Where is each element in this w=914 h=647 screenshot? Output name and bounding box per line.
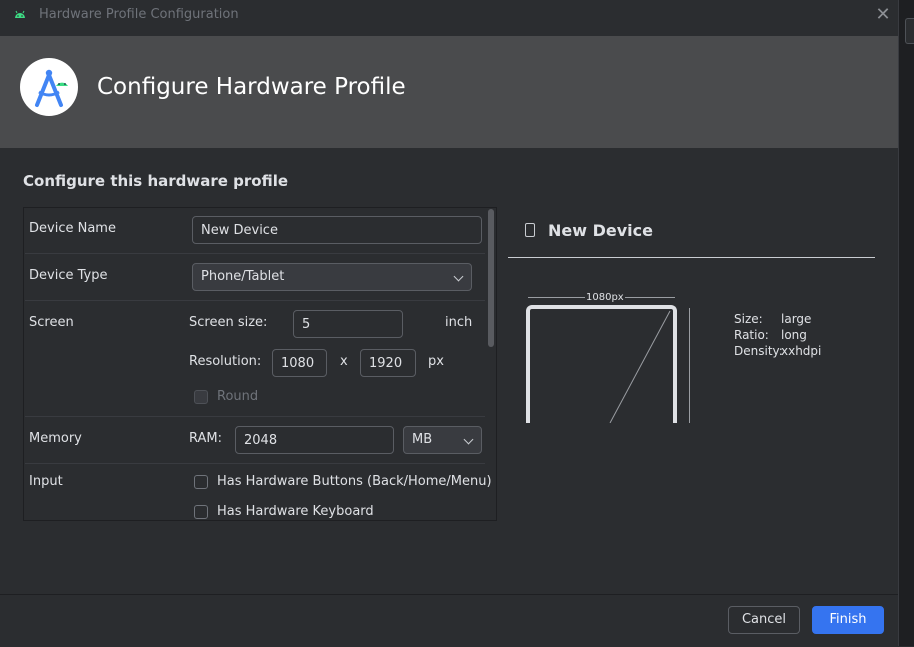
device-type-dropdown[interactable]: Phone/Tablet bbox=[192, 263, 472, 291]
resolution-separator: x bbox=[340, 354, 348, 369]
ram-input[interactable] bbox=[235, 426, 394, 454]
screen-label: Screen bbox=[29, 315, 74, 330]
android-studio-logo bbox=[20, 58, 78, 116]
resolution-height-input[interactable] bbox=[360, 349, 416, 377]
chevron-down-icon bbox=[453, 271, 464, 282]
device-diagonal-line bbox=[609, 310, 671, 423]
preview-divider bbox=[508, 257, 875, 258]
screen-size-unit: inch bbox=[445, 315, 473, 330]
memory-label: Memory bbox=[29, 431, 82, 446]
phone-icon bbox=[525, 223, 535, 237]
window-title: Hardware Profile Configuration bbox=[39, 7, 239, 22]
round-checkbox[interactable] bbox=[194, 390, 208, 404]
hw-buttons-label: Has Hardware Buttons (Back/Home/Menu) bbox=[217, 474, 492, 489]
section-title: Configure this hardware profile bbox=[23, 172, 289, 190]
row-divider bbox=[25, 300, 485, 301]
background-window-edge bbox=[898, 0, 914, 646]
resolution-unit: px bbox=[428, 354, 444, 369]
resolution-label: Resolution: bbox=[189, 354, 262, 369]
ram-unit-dropdown[interactable]: MB bbox=[403, 426, 482, 454]
device-type-value: Phone/Tablet bbox=[201, 269, 285, 284]
page-title: Configure Hardware Profile bbox=[97, 74, 406, 100]
row-divider bbox=[25, 253, 485, 254]
background-window-tab bbox=[905, 18, 914, 44]
finish-button[interactable]: Finish bbox=[812, 606, 884, 634]
input-label: Input bbox=[29, 474, 63, 489]
device-name-label: Device Name bbox=[29, 221, 116, 236]
ram-label: RAM: bbox=[189, 431, 222, 446]
ratio-value: long bbox=[781, 328, 807, 342]
size-key: Size: bbox=[734, 312, 763, 326]
hw-buttons-checkbox[interactable] bbox=[194, 475, 208, 489]
screen-size-input[interactable] bbox=[293, 310, 403, 338]
screen-size-label: Screen size: bbox=[189, 315, 268, 330]
height-dimension-line bbox=[689, 308, 690, 423]
density-value: xxhdpi bbox=[781, 344, 822, 358]
android-icon bbox=[15, 10, 25, 18]
preview-title: New Device bbox=[548, 221, 653, 240]
ram-unit-value: MB bbox=[412, 432, 433, 447]
form-panel: Device Name Device Type Phone/Tablet Scr… bbox=[23, 207, 497, 521]
cancel-button[interactable]: Cancel bbox=[728, 606, 800, 634]
chevron-down-icon bbox=[463, 434, 474, 445]
device-type-label: Device Type bbox=[29, 268, 108, 283]
size-value: large bbox=[781, 312, 812, 326]
ratio-key: Ratio: bbox=[734, 328, 769, 342]
density-key: Density: bbox=[734, 344, 783, 358]
form-scrollbar[interactable] bbox=[488, 209, 494, 347]
round-label: Round bbox=[217, 389, 259, 404]
row-divider bbox=[25, 463, 485, 464]
device-name-input[interactable] bbox=[192, 216, 482, 244]
row-divider bbox=[25, 416, 485, 417]
close-icon[interactable]: ✕ bbox=[872, 4, 894, 26]
resolution-width-input[interactable] bbox=[272, 349, 327, 377]
hw-keyboard-checkbox[interactable] bbox=[194, 505, 208, 519]
hw-keyboard-label: Has Hardware Keyboard bbox=[217, 504, 374, 519]
width-label: 1080px bbox=[585, 292, 625, 303]
